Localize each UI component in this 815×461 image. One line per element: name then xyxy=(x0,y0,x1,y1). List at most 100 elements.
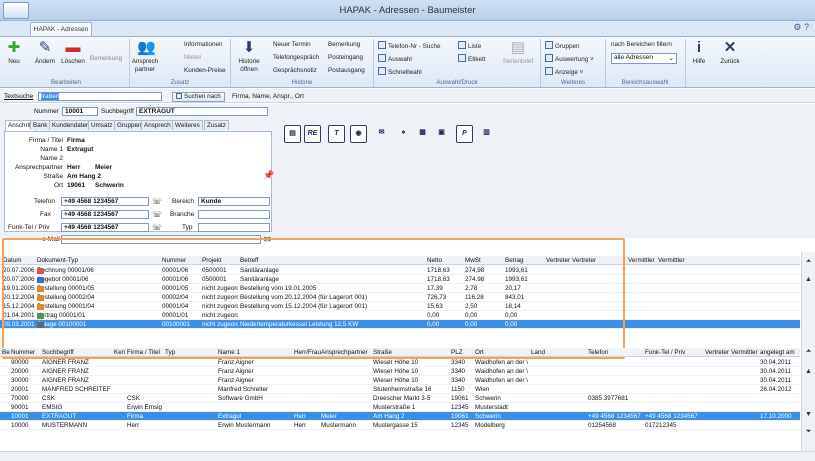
tab-umsatz[interactable]: Umsatz xyxy=(88,120,116,130)
informationen-button[interactable]: Informationen xyxy=(184,41,223,48)
col-plz[interactable]: PLZ xyxy=(451,349,463,356)
aendern-button[interactable]: ✎ Ändern xyxy=(33,40,57,66)
document-row[interactable]: 20.07.2006 Angebot 00001/06 00001/06 050000… xyxy=(0,275,800,284)
col-datum[interactable]: Datum xyxy=(3,257,22,264)
nummer-field[interactable]: 10001 xyxy=(62,107,98,116)
col-herr-frau[interactable]: Herr/Frau xyxy=(294,349,321,356)
serienbrief-button[interactable]: ▤ Serienbrief xyxy=(500,40,536,66)
document-row[interactable]: 01.04.2001 Vertrag 00001/01 00001/01 nicht … xyxy=(0,311,800,320)
auswahl-button[interactable]: Auswahl xyxy=(378,54,412,63)
postausgang-button[interactable]: Postausgang xyxy=(328,67,365,74)
first-record-icon[interactable]: ⏶ xyxy=(802,348,815,356)
funk-field[interactable]: +49 4568 1234567 xyxy=(61,223,149,232)
address-row[interactable]: L70000CSKCSKSoftware GmbHDreescher Markt… xyxy=(0,394,800,403)
col-typ[interactable]: Typ xyxy=(165,349,175,356)
telefon-suche-button[interactable]: Telefon-Nr - Suche xyxy=(378,41,441,50)
posteingang-button[interactable]: Posteingang xyxy=(328,54,363,61)
ruler-icon[interactable]: ▥ xyxy=(478,125,495,143)
historie-oeffnen-button[interactable]: ⬇ Historie öffnen xyxy=(234,40,264,74)
address-row[interactable]: P90001EMSIGErwin EmsigMusterstraße 11234… xyxy=(0,403,800,412)
document-row[interactable]: 20.12.2004 Bestellung 00002/04 00002/04 nic… xyxy=(0,293,800,302)
first-record-icon[interactable]: ⏶ xyxy=(802,258,815,266)
bereich-select[interactable]: alle Adressen ⌄ xyxy=(611,53,677,64)
zurueck-button[interactable]: ✕ Zurück xyxy=(718,40,742,66)
document-row[interactable]: 09.03.2001 Anlage 00100001 00100001 nicht z… xyxy=(0,320,800,329)
email-field[interactable] xyxy=(61,235,261,244)
col-suchbegriff[interactable]: Suchbegriff xyxy=(42,349,74,356)
schnellwahl-button[interactable]: Schnellwahl xyxy=(378,67,422,76)
col-nummer[interactable]: Nummer xyxy=(11,349,35,356)
suchen-nach-button[interactable]: Suchen nach xyxy=(172,92,225,102)
neu-button[interactable]: ✚ Neu xyxy=(4,40,24,66)
branche-field[interactable] xyxy=(198,210,270,219)
suchbegriff-field[interactable]: EXTRAGUT xyxy=(136,107,268,116)
fax-field[interactable]: +49 4568 1234567 xyxy=(61,210,149,219)
address-row[interactable]: K10001EXTRAGUTFirmaExtragutHerrMeierAm H… xyxy=(0,412,800,421)
phone-dial-icon[interactable]: ☏ xyxy=(152,197,162,206)
col-nummer[interactable]: Nummer xyxy=(162,257,186,264)
col-land[interactable]: Land xyxy=(531,349,545,356)
address-row[interactable]: K20000AIGNER FRANZFranz AignerWieser Höh… xyxy=(0,367,800,376)
col-vertreter[interactable]: Vertreter xyxy=(705,349,729,356)
ansprechpartner-button[interactable]: 👥 Ansprech partner xyxy=(130,40,160,74)
col-ken[interactable]: Ken xyxy=(114,349,125,356)
col-projekt[interactable]: Projekt xyxy=(202,257,222,264)
col-vermittler[interactable]: Vermittler xyxy=(731,349,758,356)
fax-dial-icon[interactable]: ☏ xyxy=(152,210,162,219)
col-betrag[interactable]: Betrag xyxy=(505,257,524,264)
etikett-button[interactable]: Etikett xyxy=(458,54,486,63)
tab-zusatz[interactable]: Zusatz xyxy=(204,120,229,130)
previous-record-icon[interactable]: ▲ xyxy=(802,368,815,375)
bereich-field[interactable]: Kunde xyxy=(198,197,270,206)
col-ansprechpartner[interactable]: Ansprechpartner xyxy=(321,349,368,356)
kunden-preise-button[interactable]: Kunden-Preise xyxy=(184,67,226,74)
col-telefon[interactable]: Telefon xyxy=(588,349,608,356)
address-row[interactable]: P90000AIGNER FRANZFranz AignerWieser Höh… xyxy=(0,358,800,367)
telefongespraech-button[interactable]: Telefongespräch xyxy=(273,54,319,61)
col-mwst[interactable]: MwSt xyxy=(465,257,481,264)
gruppen-button[interactable]: Gruppen xyxy=(545,41,580,50)
col-funk[interactable]: Funk-Tel / Priv xyxy=(645,349,685,356)
vehicle-icon[interactable]: ◉ xyxy=(350,125,367,143)
tab-bank[interactable]: Bank xyxy=(30,120,51,130)
col-vermittler-2[interactable]: Vermittler xyxy=(658,257,685,264)
settings-help-icons[interactable]: ⚙ ? xyxy=(793,22,809,33)
tab-hapak-adressen[interactable]: HAPAK - Adressen xyxy=(30,22,92,37)
address-row[interactable]: L30000AIGNER FRANZFranz AignerWieser Höh… xyxy=(0,376,800,385)
tab-gruppen[interactable]: Gruppen xyxy=(114,120,145,130)
col-dokument-typ[interactable]: Dokument-Typ xyxy=(37,257,78,264)
col-angelegt[interactable]: angelegt am xyxy=(760,349,795,356)
col-vermittler[interactable]: Vermittler xyxy=(628,257,655,264)
anzeige-button[interactable]: Anzeige ˅ xyxy=(545,67,583,76)
bell-icon[interactable]: ♠ xyxy=(395,125,412,143)
mobile-dial-icon[interactable]: ☏ xyxy=(152,223,162,232)
mieter-button[interactable]: Mieter xyxy=(184,54,202,61)
gespraechsnotiz-button[interactable]: Gesprächsnotiz xyxy=(273,67,317,74)
save-doc-icon[interactable]: ▤ xyxy=(284,125,301,143)
email-icon[interactable]: ✉ xyxy=(264,235,271,244)
telefon-field[interactable]: +49 4568 1234567 xyxy=(61,197,149,206)
next-record-icon[interactable]: ▼ xyxy=(802,411,815,418)
last-record-icon[interactable]: ⏷ xyxy=(802,428,815,436)
document-row[interactable]: 20.07.2006 Rechnung 00001/06 00001/06 05000… xyxy=(0,266,800,275)
tab-weiteres[interactable]: Weiteres xyxy=(172,120,203,130)
col-vertreter-2[interactable]: Vertreter xyxy=(572,257,596,264)
mail-icon[interactable]: ✉ xyxy=(373,125,390,143)
col-be[interactable]: Be xyxy=(2,349,10,356)
textsuche-input[interactable]: traben xyxy=(38,92,162,101)
bemerkung-historie-button[interactable]: Bemerkung xyxy=(328,41,360,48)
document-row[interactable]: 19.01.2005 Bestellung 00001/05 00001/05 nic… xyxy=(0,284,800,293)
p-button[interactable]: P xyxy=(456,125,473,143)
tab-ansprech[interactable]: Ansprech xyxy=(141,120,174,130)
col-strasse[interactable]: Straße xyxy=(373,349,392,356)
tab-kundendaten[interactable]: Kundendaten xyxy=(49,120,93,130)
col-name1[interactable]: Name 1 xyxy=(218,349,240,356)
col-netto[interactable]: Netto xyxy=(427,257,442,264)
note-icon[interactable]: ▦ xyxy=(414,125,431,143)
typ-field[interactable] xyxy=(198,223,270,232)
hilfe-button[interactable]: i Hilfe xyxy=(688,40,710,66)
address-row[interactable]: K10000MUSTERMANNHerrErwin MustermannHerr… xyxy=(0,421,800,430)
neuer-termin-button[interactable]: Neuer Termin xyxy=(273,41,311,48)
bemerkung-button[interactable]: Bemerkung xyxy=(88,55,124,63)
t-button[interactable]: T xyxy=(328,125,345,143)
